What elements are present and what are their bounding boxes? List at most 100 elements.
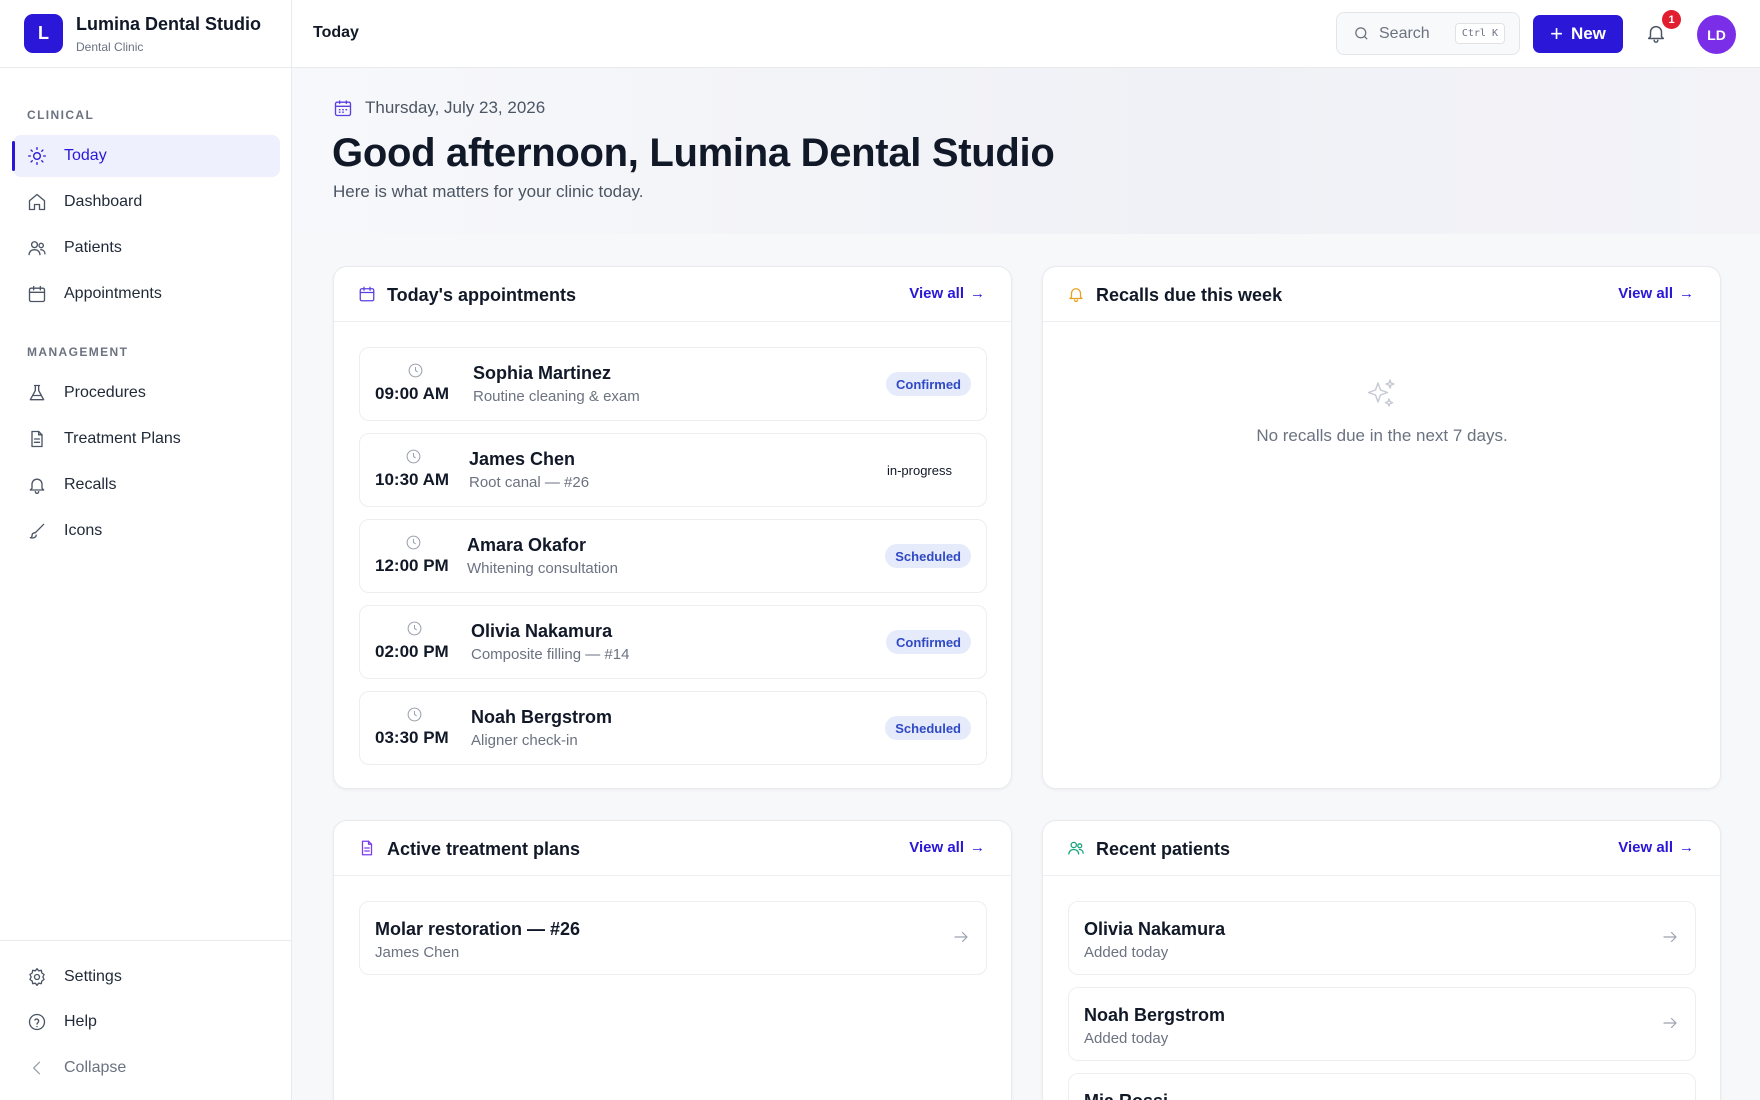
- calendar-icon: [358, 285, 376, 303]
- users-icon: [1067, 839, 1085, 857]
- sidebar-item-dashboard[interactable]: Dashboard: [13, 181, 280, 223]
- arrow-right-icon: [1661, 1014, 1679, 1032]
- search-shortcut: Ctrl K: [1454, 23, 1505, 44]
- gear-icon: [27, 967, 47, 987]
- new-button[interactable]: + New: [1533, 15, 1623, 53]
- nav-section-clinical: CLINICAL: [27, 108, 95, 122]
- search-input[interactable]: Search Ctrl K: [1336, 12, 1520, 55]
- avatar[interactable]: LD: [1697, 15, 1736, 54]
- patient-name: Olivia Nakamura: [1084, 919, 1226, 939]
- clock-icon: [407, 362, 424, 379]
- status-badge: Confirmed: [886, 630, 971, 654]
- appointment-procedure: Composite filling — #14: [471, 646, 630, 663]
- sidebar-item-treatment-plans[interactable]: Treatment Plans: [13, 418, 280, 460]
- appointment-row[interactable]: 02:00 PM Olivia Nakamura Composite filli…: [359, 605, 987, 679]
- appointment-procedure: Whitening consultation: [467, 560, 618, 577]
- users-icon: [27, 238, 47, 258]
- arrow-right-icon: →: [970, 839, 985, 856]
- sidebar-item-label: Patients: [64, 239, 122, 256]
- appointment-row[interactable]: 12:00 PM Amara Okafor Whitening consulta…: [359, 519, 987, 593]
- chevron-left-icon: [27, 1058, 47, 1078]
- sidebar-item-today[interactable]: Today: [12, 135, 280, 177]
- sidebar-item-label: Treatment Plans: [64, 430, 181, 447]
- sidebar-item-appointments[interactable]: Appointments: [13, 273, 280, 315]
- sidebar: L Lumina Dental Studio Dental Clinic CLI…: [0, 0, 292, 1100]
- sidebar-item-label: Recalls: [64, 476, 117, 493]
- plus-icon: +: [1550, 21, 1563, 46]
- sidebar-item-icons[interactable]: Icons: [13, 510, 280, 552]
- patient-added: Added today: [1084, 1030, 1169, 1047]
- sidebar-item-label: Procedures: [64, 384, 146, 401]
- brand-subtitle: Dental Clinic: [76, 39, 144, 54]
- sidebar-item-label: Collapse: [64, 1059, 127, 1076]
- appointment-row[interactable]: 09:00 AM Sophia Martinez Routine cleanin…: [359, 347, 987, 421]
- status-badge: Scheduled: [885, 544, 971, 568]
- status-badge: Scheduled: [885, 716, 971, 740]
- appointment-row[interactable]: 10:30 AM James Chen Root canal — #26 in-…: [359, 433, 987, 507]
- arrow-right-icon: [1661, 928, 1679, 946]
- recalls-title: Recalls due this week: [1096, 285, 1283, 305]
- sidebar-item-recalls[interactable]: Recalls: [13, 464, 280, 506]
- new-button-label: New: [1570, 24, 1606, 43]
- patient-row[interactable]: Noah Bergstrom Added today: [1068, 987, 1696, 1061]
- appointment-procedure: Aligner check-in: [471, 732, 578, 749]
- page-subtitle: Here is what matters for your clinic tod…: [333, 182, 644, 201]
- calendar-icon: [334, 100, 352, 117]
- brand-logo: L: [24, 14, 63, 53]
- empty-state-message: No recalls due in the next 7 days.: [1256, 426, 1508, 445]
- hero-date: Thursday, July 23, 2026: [333, 98, 545, 118]
- search-placeholder: Search: [1379, 24, 1430, 42]
- sidebar-item-label: Dashboard: [64, 193, 143, 210]
- appointments-view-all-link[interactable]: View all →: [909, 285, 985, 302]
- sidebar-footer: [0, 940, 292, 941]
- home-icon: [27, 192, 47, 212]
- sidebar-item-settings[interactable]: Settings: [13, 956, 280, 998]
- appointment-time: 12:00 PM: [375, 556, 449, 575]
- appointment-patient: James Chen: [469, 449, 576, 469]
- clock-icon: [405, 448, 422, 465]
- sun-icon: [27, 146, 47, 166]
- appointment-patient: Olivia Nakamura: [471, 621, 613, 641]
- appointment-row[interactable]: 03:30 PM Noah Bergstrom Aligner check-in…: [359, 691, 987, 765]
- sidebar-item-procedures[interactable]: Procedures: [13, 372, 280, 414]
- treatment-plans-view-all-link[interactable]: View all →: [909, 839, 985, 856]
- sidebar-item-help[interactable]: Help: [13, 1001, 280, 1043]
- help-icon: [27, 1012, 47, 1032]
- recent-patients-view-all-link[interactable]: View all →: [1618, 839, 1694, 856]
- hero-date-text: Thursday, July 23, 2026: [365, 98, 546, 117]
- appointment-time: 02:00 PM: [375, 642, 449, 661]
- clock-icon: [406, 706, 423, 723]
- sidebar-collapse-button[interactable]: Collapse: [13, 1047, 280, 1089]
- calendar-icon: [27, 284, 47, 304]
- nav-section-management: MANAGEMENT: [27, 345, 129, 359]
- breadcrumb: Today: [313, 24, 359, 41]
- sidebar-item-patients[interactable]: Patients: [13, 227, 280, 269]
- treatment-plan-row[interactable]: Molar restoration — #26 James Chen: [359, 901, 987, 975]
- recent-patients-card: Recent patients View all → Olivia Nakamur…: [1042, 820, 1721, 1100]
- clock-icon: [405, 534, 422, 551]
- arrow-right-icon: [952, 928, 970, 946]
- brand[interactable]: L Lumina Dental Studio Dental Clinic: [0, 0, 291, 68]
- clock-icon: [406, 620, 423, 637]
- appointment-time: 10:30 AM: [375, 470, 450, 489]
- patient-name: Mia Rossi: [1084, 1091, 1168, 1100]
- sidebar-item-label: Help: [64, 1013, 97, 1030]
- hero: Thursday, July 23, 2026 Good afternoon, …: [292, 68, 1760, 234]
- treatment-plans-card: Active treatment plans View all → Molar r…: [333, 820, 1012, 1100]
- patient-row[interactable]: Mia Rossi: [1068, 1073, 1696, 1100]
- search-icon: [1355, 27, 1368, 40]
- patient-name: Noah Bergstrom: [1084, 1005, 1226, 1025]
- status-label: in-progress: [886, 462, 952, 478]
- patient-row[interactable]: Olivia Nakamura Added today: [1068, 901, 1696, 975]
- appointments-card: Today's appointments View all → 09:00 AM …: [333, 266, 1012, 789]
- sparkles-icon: [1363, 377, 1399, 413]
- sidebar-item-label: Settings: [64, 968, 122, 985]
- bell-icon: [27, 475, 47, 495]
- treatment-plan-title: Molar restoration — #26: [375, 919, 581, 939]
- brand-name: Lumina Dental Studio: [76, 13, 262, 34]
- appointment-patient: Sophia Martinez: [473, 363, 612, 383]
- arrow-right-icon: →: [970, 285, 985, 302]
- recalls-view-all-link[interactable]: View all →: [1618, 285, 1694, 302]
- appointments-title: Today's appointments: [387, 285, 576, 305]
- appointment-patient: Noah Bergstrom: [471, 707, 613, 727]
